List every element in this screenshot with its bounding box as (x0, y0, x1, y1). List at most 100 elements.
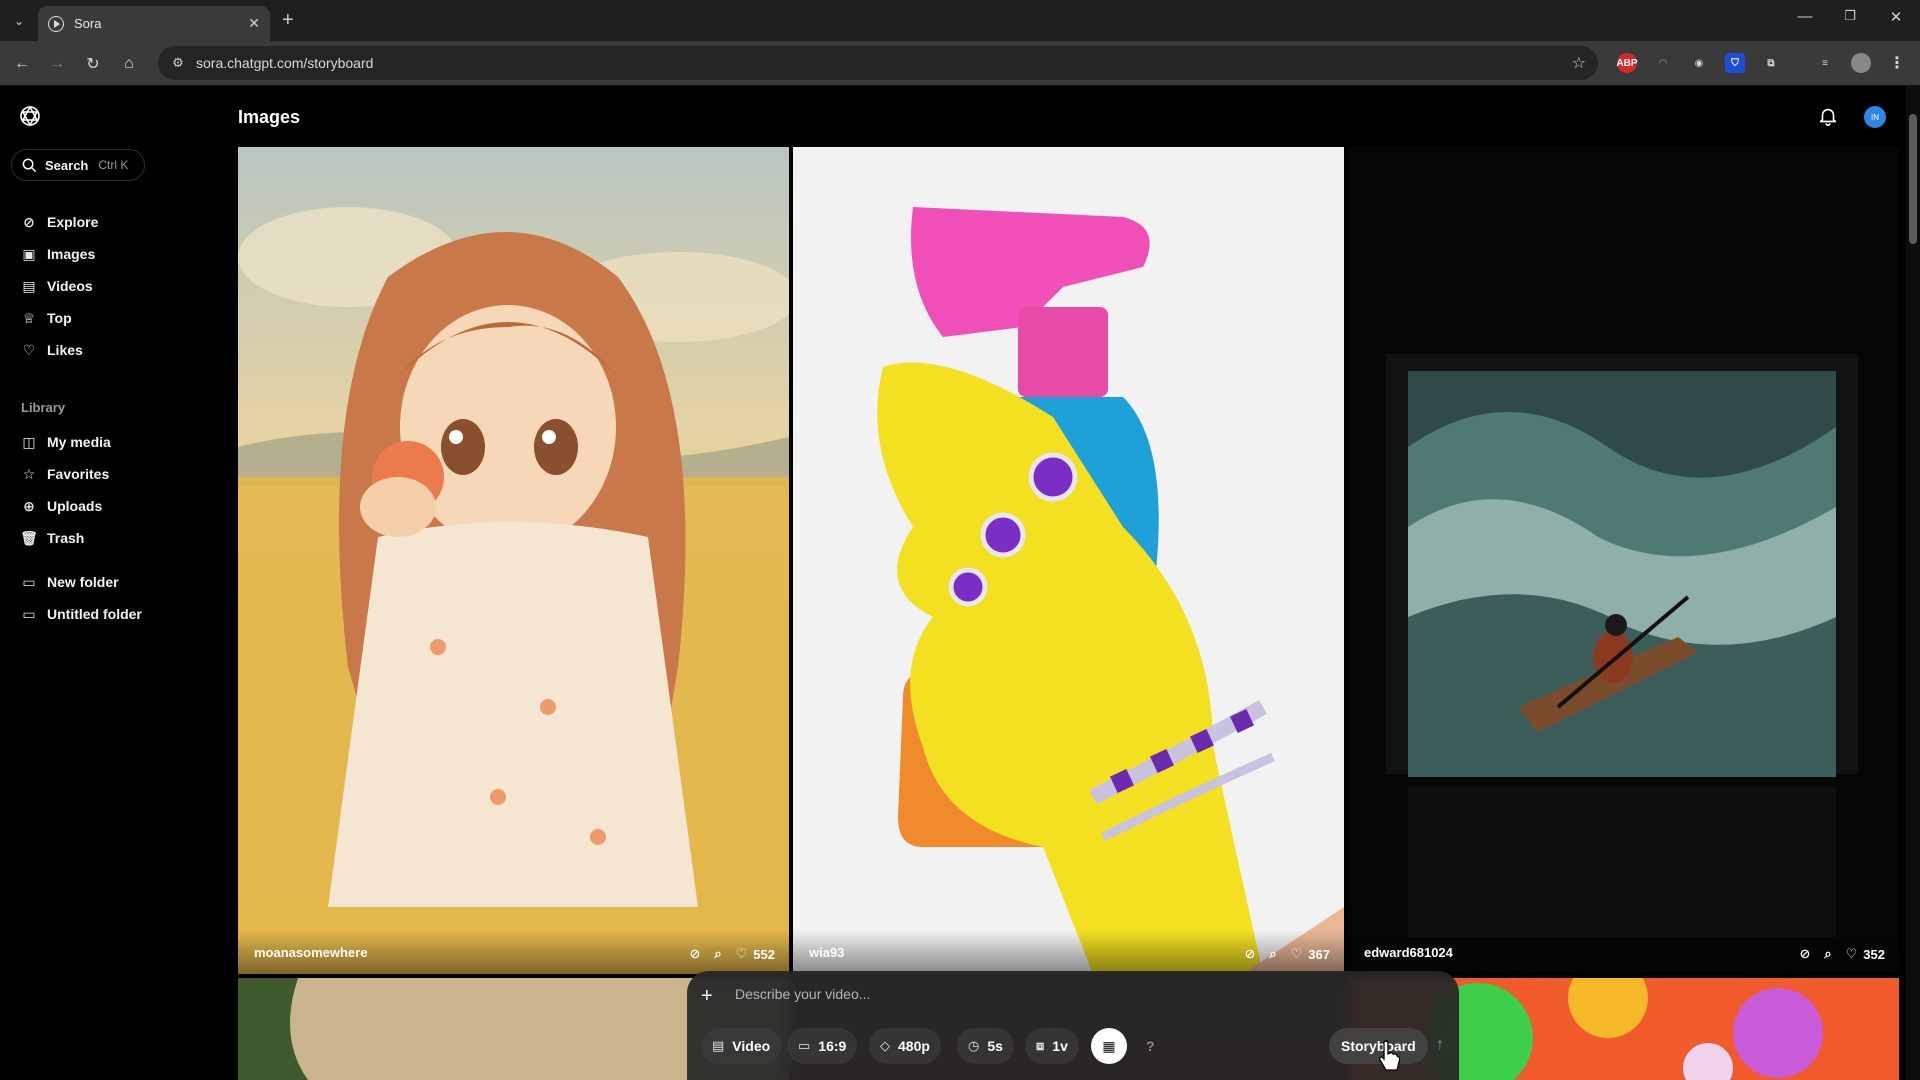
sora-favicon-icon (48, 15, 64, 32)
help-label: ? (1146, 1038, 1155, 1054)
card-image-kayak-storm (1348, 147, 1899, 974)
user-avatar[interactable]: IN (1864, 106, 1886, 128)
media-control-icon[interactable]: ≡ (1815, 53, 1835, 73)
folder-icon: ▭ (22, 573, 36, 590)
prompt-input[interactable] (735, 986, 1335, 1002)
back-arrow-icon[interactable]: ← (9, 51, 35, 77)
variations-icon: ⧈ (1036, 1038, 1045, 1053)
nav-item-trash[interactable]: 🗑 Trash (20, 526, 84, 550)
zoom-search-icon[interactable]: ⌕ (1269, 946, 1276, 962)
send-arrow-up-icon[interactable]: ↑ (1427, 1032, 1453, 1058)
folder-item-untitled-folder[interactable]: ▭ Untitled folder (20, 602, 142, 626)
like-button[interactable]: ♡ 367 (1291, 946, 1330, 962)
like-button[interactable]: ♡ 552 (736, 946, 775, 962)
image-card-edward681024[interactable]: edward681024 ⊘ ⌕ ♡ 352 (1348, 147, 1899, 974)
home-icon[interactable]: ⌂ (116, 51, 142, 77)
site-info-icon[interactable]: ⚙ (168, 55, 188, 71)
compass-icon: ⊘ (23, 213, 35, 230)
type-selector-button[interactable]: ▤ Video (701, 1028, 782, 1064)
browser-tab[interactable]: Sora ✕ (38, 6, 270, 41)
prompt-composer: + ▤ Video ▭ 16:9 ◇ 480p ◷ 5s ⧈ 1v ▦ ? St (687, 971, 1459, 1080)
page-scrollbar[interactable] (1906, 86, 1920, 1080)
trophy-icon: ♕ (22, 309, 36, 326)
nav-item-uploads[interactable]: ⊕ Uploads (20, 494, 102, 518)
folder-item-new-folder[interactable]: ▭ New folder (20, 570, 119, 594)
nav-label: Favorites (47, 466, 110, 482)
nav-item-my-media[interactable]: ◫ My media (20, 430, 111, 454)
address-bar[interactable]: ⚙ sora.chatgpt.com/storyboard ☆ (158, 46, 1598, 80)
image-card-wia93[interactable]: wia93 ⊘ ⌕ ♡ 367 (793, 147, 1344, 974)
nav-item-top[interactable]: ♕ Top (20, 306, 72, 330)
folder-icon: ▭ (22, 605, 36, 622)
remix-icon[interactable]: ⊘ (689, 946, 700, 962)
rainbow-extension-icon[interactable]: ◠ (1653, 53, 1673, 73)
notifications-bell-icon[interactable] (1817, 105, 1839, 127)
bitwarden-extension-icon[interactable]: ⛉ (1725, 53, 1745, 73)
video-icon: ▤ (712, 1038, 725, 1053)
camera-extension-icon[interactable]: ◉ (1689, 53, 1709, 73)
card-image-anime-girl (238, 147, 789, 974)
tab-title: Sora (74, 16, 102, 31)
variations-button[interactable]: ⧈ 1v (1025, 1028, 1079, 1064)
heart-icon: ♡ (1290, 946, 1303, 961)
like-count: 552 (753, 946, 775, 962)
restore-icon[interactable]: ❐ (1835, 8, 1865, 24)
duration-button[interactable]: ◷ 5s (957, 1028, 1014, 1064)
browser-menu-icon[interactable]: ⋮ (1887, 53, 1907, 73)
card-username[interactable]: edward681024 (1364, 945, 1453, 960)
remix-icon[interactable]: ⊘ (1244, 946, 1255, 962)
tab-list-chevron-icon[interactable]: ⌄ (8, 10, 30, 32)
adblock-extension-icon[interactable]: ABP (1616, 53, 1638, 73)
new-tab-plus-icon[interactable]: + (282, 9, 294, 31)
preset-button[interactable]: ▦ (1091, 1028, 1127, 1064)
hand-cursor-icon (1379, 1040, 1401, 1071)
search-shortcut: Ctrl K (98, 158, 129, 172)
zoom-search-icon[interactable]: ⌕ (714, 946, 721, 962)
extensions-puzzle-icon[interactable]: ⧉ (1761, 53, 1781, 73)
profile-avatar-icon[interactable] (1851, 53, 1871, 73)
search-button[interactable]: Search Ctrl K (11, 149, 145, 181)
like-button[interactable]: ♡ 352 (1846, 946, 1885, 962)
image-card-moanasomewhere[interactable]: moanasomewhere ⊘ ⌕ ♡ 552 (238, 147, 789, 974)
aspect-ratio-button[interactable]: ▭ 16:9 (787, 1028, 858, 1064)
resolution-button[interactable]: ◇ 480p (869, 1028, 941, 1064)
card-username[interactable]: wia93 (809, 945, 844, 960)
trash-icon: 🗑 (20, 529, 38, 546)
like-count: 367 (1308, 946, 1330, 962)
folder-label: New folder (47, 574, 119, 590)
duration-label: 5s (987, 1038, 1003, 1054)
url-text[interactable]: sora.chatgpt.com/storyboard (196, 55, 373, 71)
nav-label: Trash (47, 530, 85, 546)
window-close-icon[interactable]: ✕ (1881, 8, 1911, 26)
browser-tabbar: ⌄ Sora ✕ + — ❐ ✕ (0, 0, 1920, 41)
page-title: Images (238, 107, 301, 127)
nav-item-explore[interactable]: ⊘ Explore (20, 210, 98, 234)
type-label: Video (732, 1038, 771, 1054)
nav-item-likes[interactable]: ♡ Likes (20, 338, 83, 362)
folder-label: Untitled folder (47, 606, 142, 622)
nav-item-images[interactable]: ▣ Images (20, 242, 95, 266)
nav-label: My media (47, 434, 111, 450)
video-icon: ▤ (22, 277, 36, 294)
scrollbar-thumb[interactable] (1909, 114, 1917, 244)
variations-label: 1v (1052, 1038, 1068, 1054)
tab-close-icon[interactable]: ✕ (248, 15, 260, 32)
nav-item-favorites[interactable]: ☆ Favorites (20, 462, 110, 486)
openai-logo-icon[interactable] (18, 104, 42, 128)
nav-label: Explore (47, 214, 99, 230)
forward-arrow-icon[interactable]: → (44, 51, 70, 77)
nav-item-videos[interactable]: ▤ Videos (20, 274, 93, 298)
library-section-label: Library (21, 400, 66, 415)
help-button[interactable]: ? (1135, 1028, 1166, 1064)
add-attachment-plus-icon[interactable]: + (701, 985, 713, 1008)
card-username[interactable]: moanasomewhere (254, 945, 367, 960)
bookmark-star-icon[interactable]: ☆ (1572, 53, 1586, 73)
aspect-ratio-icon: ▭ (798, 1038, 811, 1053)
nav-label: Likes (47, 342, 83, 358)
remix-icon[interactable]: ⊘ (1799, 946, 1810, 962)
zoom-search-icon[interactable]: ⌕ (1824, 946, 1831, 962)
minimize-icon[interactable]: — (1790, 8, 1820, 25)
like-count: 352 (1863, 946, 1885, 962)
nav-label: Videos (47, 278, 93, 294)
reload-icon[interactable]: ↻ (80, 51, 106, 77)
